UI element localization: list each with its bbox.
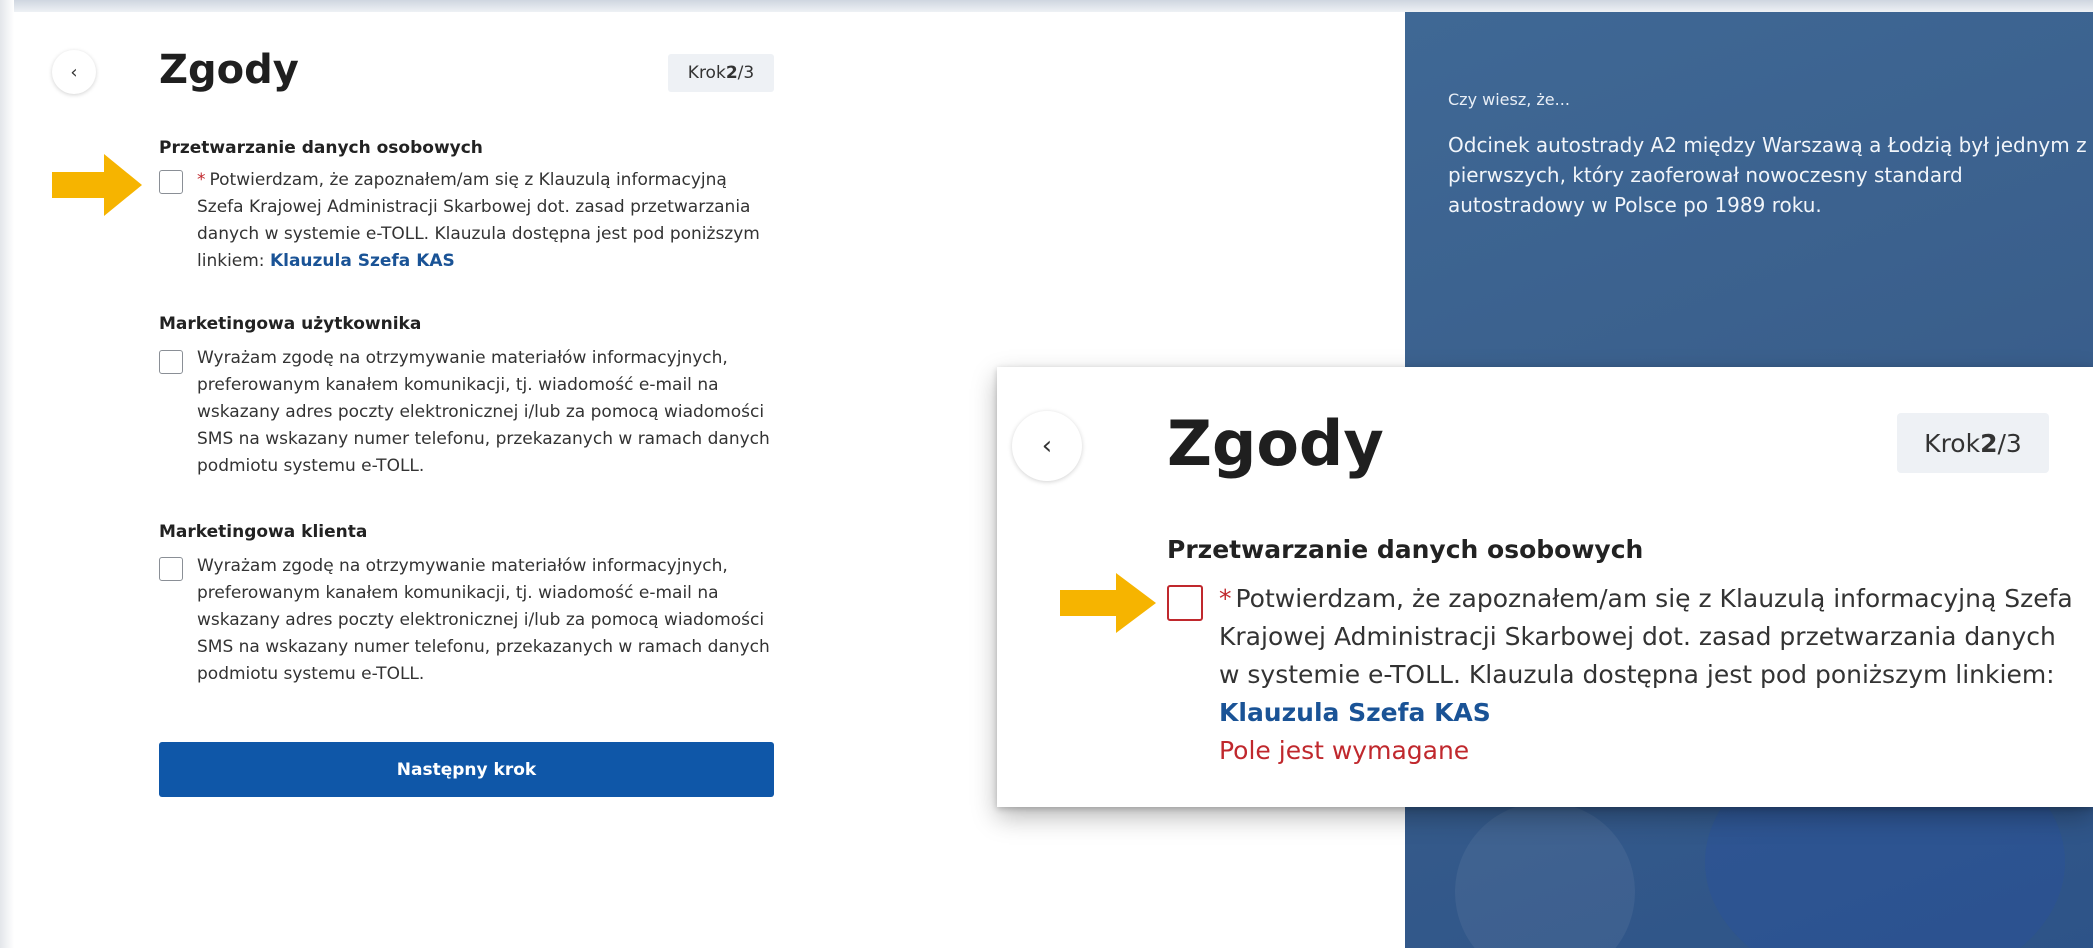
step-badge-zoomed: Krok 2/3 bbox=[1897, 413, 2049, 473]
section-heading-personal-data: Przetwarzanie danych osobowych bbox=[159, 138, 483, 158]
info-text: Odcinek autostrady A2 między Warszawą a … bbox=[1448, 133, 2087, 217]
next-step-button[interactable]: Następny krok bbox=[159, 742, 774, 797]
required-marker: * bbox=[1219, 584, 1232, 613]
step-total: /3 bbox=[737, 63, 755, 83]
error-message: Pole jest wymagane bbox=[1219, 736, 1470, 765]
consent-checkbox-client-marketing[interactable] bbox=[159, 557, 183, 581]
step-total: /3 bbox=[1997, 428, 2022, 458]
required-marker: * bbox=[197, 170, 206, 190]
consent-text: Potwierdzam, że zapoznałem/am się z Klau… bbox=[1219, 584, 2073, 689]
left-edge bbox=[0, 0, 14, 948]
clause-link[interactable]: Klauzula Szefa KAS bbox=[270, 251, 455, 271]
arrow-right-icon bbox=[1060, 573, 1156, 633]
consent-text-personal-data-zoomed: * Potwierdzam, że zapoznałem/am się z Kla… bbox=[1219, 580, 2079, 770]
consent-text-personal-data: * Potwierdzam, że zapoznałem/am się z Kla… bbox=[197, 167, 777, 275]
info-kicker: Czy wiesz, że... bbox=[1448, 90, 1570, 109]
clause-link[interactable]: Klauzula Szefa KAS bbox=[1219, 698, 1491, 727]
page-title: Zgody bbox=[159, 47, 299, 93]
decorative-shape bbox=[1455, 802, 1635, 948]
consent-checkbox-personal-data[interactable] bbox=[159, 170, 183, 194]
arrow-right-icon bbox=[52, 154, 142, 216]
top-bar bbox=[0, 0, 2093, 12]
section-heading-user-marketing: Marketingowa użytkownika bbox=[159, 314, 422, 334]
zoom-callout: ‹ Zgody Krok 2/3 Przetwarzanie danych os… bbox=[997, 367, 2093, 807]
consent-checkbox-personal-data-error[interactable] bbox=[1167, 585, 1203, 621]
consent-text-client-marketing: Wyrażam zgodę na otrzymywanie materiałów… bbox=[197, 556, 770, 684]
step-prefix: Krok bbox=[1924, 428, 1981, 458]
step-prefix: Krok bbox=[687, 63, 726, 83]
step-badge: Krok 2/3 bbox=[668, 54, 774, 92]
page-title-zoomed: Zgody bbox=[1167, 407, 1384, 480]
section-heading-client-marketing: Marketingowa klienta bbox=[159, 522, 368, 542]
step-current: 2 bbox=[725, 63, 738, 83]
step-current: 2 bbox=[1980, 428, 1998, 458]
consent-text-user-marketing: Wyrażam zgodę na otrzymywanie materiałów… bbox=[197, 348, 770, 476]
consent-checkbox-user-marketing[interactable] bbox=[159, 350, 183, 374]
chevron-left-icon: ‹ bbox=[1041, 431, 1053, 461]
back-button[interactable]: ‹ bbox=[52, 50, 96, 94]
chevron-left-icon: ‹ bbox=[70, 61, 78, 83]
back-button-zoomed[interactable]: ‹ bbox=[1012, 411, 1082, 481]
section-heading-personal-data-zoomed: Przetwarzanie danych osobowych bbox=[1167, 535, 1644, 564]
